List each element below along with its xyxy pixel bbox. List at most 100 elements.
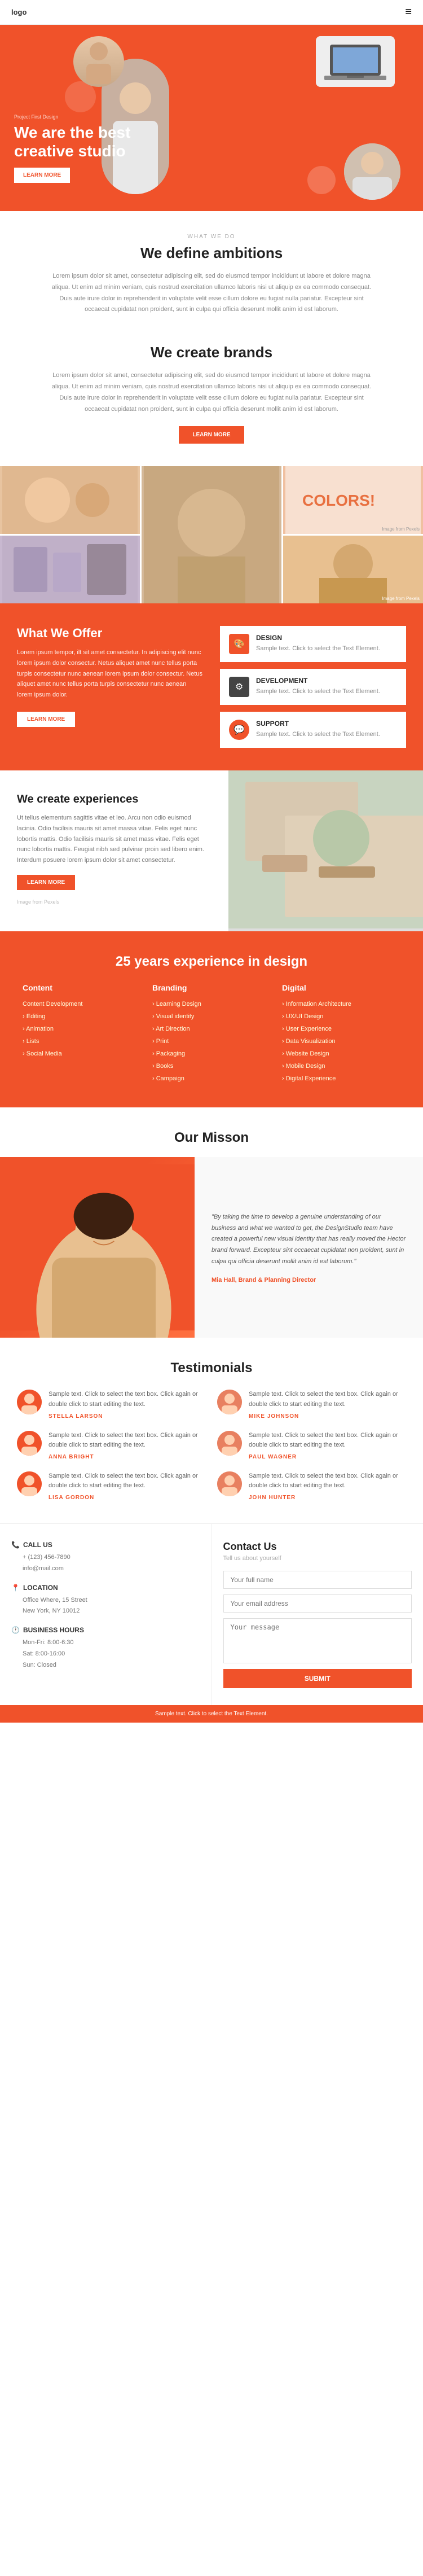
hero-tag: Project First Design [14,114,138,120]
header: logo ≡ [0,0,423,25]
testimonial-content-2: Sample text. Click to select the text bo… [249,1390,406,1419]
contact-subtitle: Tell us about yourself [223,1555,412,1562]
years-col-digital-list: › Information Architecture › UX/UI Desig… [282,998,400,1085]
design-card-content: DESIGN Sample text. Click to select the … [256,634,380,654]
list-item: › Learning Design [152,998,271,1010]
list-item: › Social Media [23,1048,141,1060]
testimonial-text-4: Sample text. Click to select the text bo… [249,1431,406,1451]
bottom-bar: Sample text. Click to select the Text El… [0,1705,423,1723]
logo[interactable]: logo [11,8,27,16]
clock-icon: 🕐 [11,1626,20,1634]
experiences-right [228,770,423,931]
testimonial-card-6: Sample text. Click to select the text bo… [217,1471,406,1501]
development-icon: ⚙ [229,677,249,697]
years-col-digital-title: Digital [282,983,400,992]
testimonial-avatar-1 [17,1390,42,1414]
years-col-branding-list: › Learning Design › Visual identity › Ar… [152,998,271,1085]
contact-name-input[interactable] [223,1571,412,1589]
brands-title: We create brands [28,344,395,361]
years-columns: Content Content Development › Editing › … [23,983,400,1085]
development-card-title: DEVELOPMENT [256,677,380,685]
footer-call-info: + (123) 456-7890 info@mail.com [11,1552,200,1575]
list-item: › Print [152,1035,271,1048]
hero-section: Project First Design We are the best cre… [0,25,423,211]
testimonial-name-2: MIKE JOHNSON [249,1413,406,1420]
hero-avatar-1 [73,36,124,87]
list-item: › Campaign [152,1072,271,1085]
testimonials-section: Testimonials Sample text. Click to selec… [0,1338,423,1523]
what-we-do-tag: WHAT WE DO [28,234,395,240]
list-item: › Art Direction [152,1023,271,1035]
contact-title: Contact Us [223,1541,412,1553]
experiences-title: We create experiences [17,793,211,806]
testimonial-avatar-2 [217,1390,242,1414]
mission-section: Our Misson "By taking the time to develo… [0,1107,423,1338]
hero-content: Project First Design We are the best cre… [14,114,138,183]
contact-submit-button[interactable]: SUBMIT [223,1669,412,1688]
list-item: › Visual identity [152,1010,271,1023]
years-col-content-title: Content [23,983,141,992]
footer-left: 📞 CALL US + (123) 456-7890 info@mail.com… [0,1524,212,1705]
grid-cell-5: Image from Pexels [283,536,423,603]
list-item: › Packaging [152,1048,271,1060]
offer-title: What We Offer [17,626,203,641]
testimonials-grid: Sample text. Click to select the text bo… [17,1390,406,1501]
footer-location-title: 📍 LOCATION [11,1584,200,1592]
testimonial-name-6: JOHN HUNTER [249,1495,406,1501]
grid-img-tag: Image from Pexels [382,527,420,532]
development-card-text: Sample text. Click to select the Text El… [256,687,380,696]
experiences-section: We create experiences Ut tellus elementu… [0,770,423,931]
support-icon: 💬 [229,720,249,740]
testimonial-content-1: Sample text. Click to select the text bo… [49,1390,206,1419]
grid-cell-2 [142,466,281,603]
hero-circle-2 [307,166,336,194]
testimonial-card-4: Sample text. Click to select the text bo… [217,1431,406,1460]
contact-message-input[interactable] [223,1618,412,1663]
footer-right: Contact Us Tell us about yourself SUBMIT [212,1524,423,1705]
contact-email-input[interactable] [223,1594,412,1613]
testimonial-content-4: Sample text. Click to select the text bo… [249,1431,406,1460]
location-icon: 📍 [11,1584,20,1592]
hero-learn-more-button[interactable]: LEARN MORE [14,168,70,183]
testimonial-avatar-5 [17,1471,42,1496]
testimonial-avatar-3 [17,1431,42,1456]
years-col-branding: Branding › Learning Design › Visual iden… [152,983,271,1085]
years-col-digital: Digital › Information Architecture › UX/… [282,983,400,1085]
list-item: › User Experience [282,1023,400,1035]
footer-hours-info: Mon-Fri: 8:00-6:30 Sat: 8:00-16:00 Sun: … [11,1637,200,1671]
development-card-content: DEVELOPMENT Sample text. Click to select… [256,677,380,696]
mission-title: Our Misson [0,1130,423,1157]
footer-location-info: Office Where, 15 Street New York, NY 100… [11,1595,200,1618]
testimonial-name-4: PAUL WAGNER [249,1454,406,1460]
grid-cell-4 [0,536,140,603]
testimonial-card-3: Sample text. Click to select the text bo… [17,1431,206,1460]
what-we-do-text: Lorem ipsum dolor sit amet, consectetur … [48,271,375,316]
offer-learn-more-button[interactable]: LEARN MORE [17,712,75,727]
hamburger-icon[interactable]: ≡ [405,6,412,19]
footer-section: 📞 CALL US + (123) 456-7890 info@mail.com… [0,1523,423,1705]
phone-icon: 📞 [11,1541,20,1549]
grid-cell-1 [0,466,140,534]
list-item: › UX/UI Design [282,1010,400,1023]
list-item: › Digital Experience [282,1072,400,1085]
svg-text:COLORS!: COLORS! [302,492,375,509]
testimonial-content-5: Sample text. Click to select the text bo… [49,1471,206,1501]
list-item: › Data Visualization [282,1035,400,1048]
list-item: › Mobile Design [282,1060,400,1072]
testimonial-avatar-6 [217,1471,242,1496]
testimonial-content-3: Sample text. Click to select the text bo… [49,1431,206,1460]
contact-form: SUBMIT [223,1571,412,1688]
support-card-text: Sample text. Click to select the Text El… [256,730,380,739]
grid-cell-3: COLORS! Image from Pexels [283,466,423,534]
testimonial-text-6: Sample text. Click to select the text bo… [249,1471,406,1491]
hero-image-person-right [344,143,400,200]
list-item: › Books [152,1060,271,1072]
design-card-title: DESIGN [256,634,380,642]
footer-call-title: 📞 CALL US [11,1541,200,1549]
mission-left-bg [0,1157,195,1338]
brands-learn-more-button[interactable]: LEARN MORE [179,426,244,444]
what-we-do-section: WHAT WE DO We define ambitions Lorem ips… [0,211,423,338]
testimonial-card-1: Sample text. Click to select the text bo… [17,1390,206,1419]
testimonial-card-2: Sample text. Click to select the text bo… [217,1390,406,1419]
experiences-learn-more-button[interactable]: LEARN MORE [17,875,75,890]
